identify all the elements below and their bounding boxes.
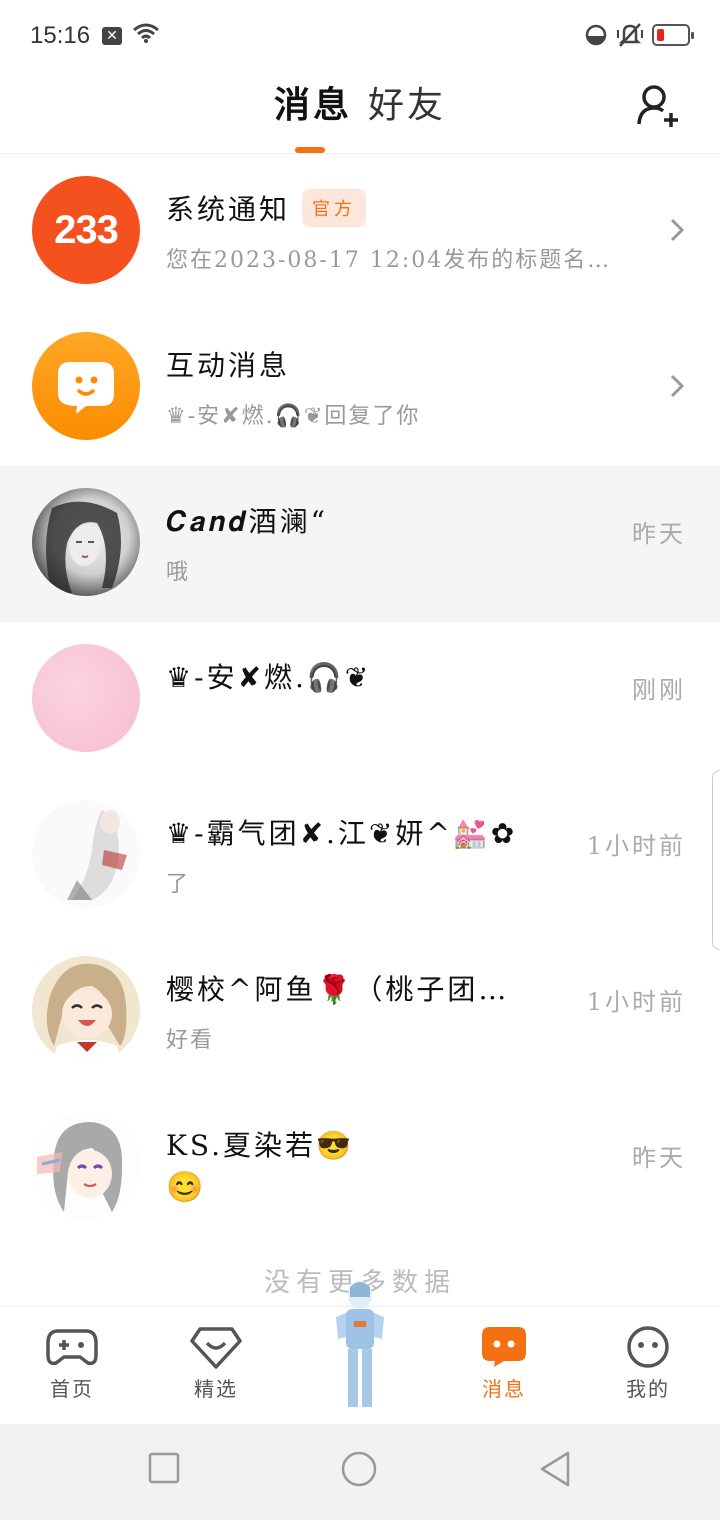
status-bar: 15:16 ✕	[0, 0, 720, 72]
avatar	[32, 800, 140, 908]
add-friend-icon[interactable]	[634, 82, 682, 130]
system-avatar-text: 233	[54, 207, 119, 252]
conversation-time: 1小时前	[586, 832, 686, 860]
conversation-title: ♛-霸气团✘.江❦妍^💒✿	[166, 817, 518, 850]
conversation-time: 1小时前	[586, 988, 686, 1016]
conversation-title: 互动消息	[166, 349, 291, 382]
recent-apps-icon[interactable]	[148, 1452, 180, 1484]
conversation-title: 系统通知	[166, 193, 291, 226]
avatar	[32, 488, 140, 596]
conversation-title: KS.夏染若😎	[166, 1129, 354, 1162]
conversation-title: 樱校^阿鱼🌹（桃子团…	[166, 973, 510, 1006]
official-badge: 官方	[302, 189, 367, 227]
vibrate-icon	[617, 23, 643, 47]
conversation-preview: 您在2023-08-17 12:04发布的标题名…	[166, 248, 612, 273]
conversation-time: 刚刚	[632, 676, 686, 704]
back-icon[interactable]	[538, 1450, 572, 1488]
conversation-preview: 了	[166, 872, 191, 897]
conversation-preview: 好看	[166, 1028, 215, 1053]
conversation-row[interactable]: ♛-安✘燃.🎧❦ 刚刚	[0, 622, 720, 778]
conversation-interactions[interactable]: 互动消息 ♛-安✘燃.🎧❦回复了你	[0, 310, 720, 466]
nav-label: 消息	[482, 1377, 526, 1401]
chat-bubble-icon	[58, 362, 114, 414]
conversation-preview: ♛-安✘燃.🎧❦回复了你	[166, 404, 421, 429]
conversation-title: 𝑪𝒂𝒏𝒅酒澜“	[166, 505, 328, 538]
character-figure-icon	[336, 1281, 384, 1407]
nav-label: 我的	[626, 1377, 670, 1401]
nav-profile[interactable]: 我的	[598, 1325, 698, 1402]
wifi-icon	[133, 23, 159, 43]
system-nav-bar	[0, 1424, 720, 1520]
bottom-nav: 首页 精选 消息 我的	[0, 1281, 720, 1424]
avatar	[32, 644, 140, 752]
status-time: 15:16	[30, 22, 91, 49]
center-character-button[interactable]	[316, 1277, 404, 1417]
header: 消息 好友	[0, 72, 720, 154]
smiley-face-icon	[627, 1326, 669, 1368]
conversation-title: ♛-安✘燃.🎧❦	[166, 661, 372, 694]
nav-home[interactable]: 首页	[22, 1325, 122, 1402]
avatar	[32, 956, 140, 1064]
notification-x-icon: ✕	[102, 27, 122, 45]
nav-messages[interactable]: 消息	[454, 1325, 554, 1402]
battery-icon	[652, 24, 694, 46]
tab-messages[interactable]: 消息	[274, 72, 352, 128]
chevron-right-icon	[670, 218, 684, 242]
conversation-time: 昨天	[632, 1144, 686, 1172]
active-tab-indicator	[295, 147, 325, 153]
nav-label: 首页	[50, 1377, 94, 1401]
tab-friends[interactable]: 好友	[368, 72, 446, 128]
gamepad-icon	[46, 1329, 98, 1366]
conversation-time: 昨天	[632, 520, 686, 548]
data-saver-icon	[585, 24, 607, 46]
nav-featured[interactable]: 精选	[166, 1325, 266, 1402]
conversation-row[interactable]: ♛-霸气团✘.江❦妍^💒✿ 了 1小时前	[0, 778, 720, 934]
conversation-preview: 😊	[166, 1170, 206, 1205]
interactions-avatar	[32, 332, 140, 440]
message-bubble-icon	[482, 1327, 526, 1367]
home-icon[interactable]	[340, 1450, 378, 1488]
conversation-preview: 哦	[166, 560, 191, 585]
system-notice-avatar: 233	[32, 176, 140, 284]
side-drawer-handle[interactable]	[712, 770, 720, 950]
nav-label: 精选	[194, 1377, 238, 1401]
avatar	[32, 1112, 140, 1220]
chevron-right-icon	[670, 374, 684, 398]
conversation-row[interactable]: 𝑪𝒂𝒏𝒅酒澜“ 哦 昨天	[0, 466, 720, 622]
conversation-row[interactable]: KS.夏染若😎 😊 昨天	[0, 1090, 720, 1246]
conversation-row[interactable]: 樱校^阿鱼🌹（桃子团… 好看 1小时前	[0, 934, 720, 1090]
diamond-heart-icon	[190, 1327, 242, 1369]
conversation-list: 233 系统通知 官方 您在2023-08-17 12:04发布的标题名… 互动…	[0, 154, 720, 1246]
conversation-system-notice[interactable]: 233 系统通知 官方 您在2023-08-17 12:04发布的标题名…	[0, 154, 720, 310]
